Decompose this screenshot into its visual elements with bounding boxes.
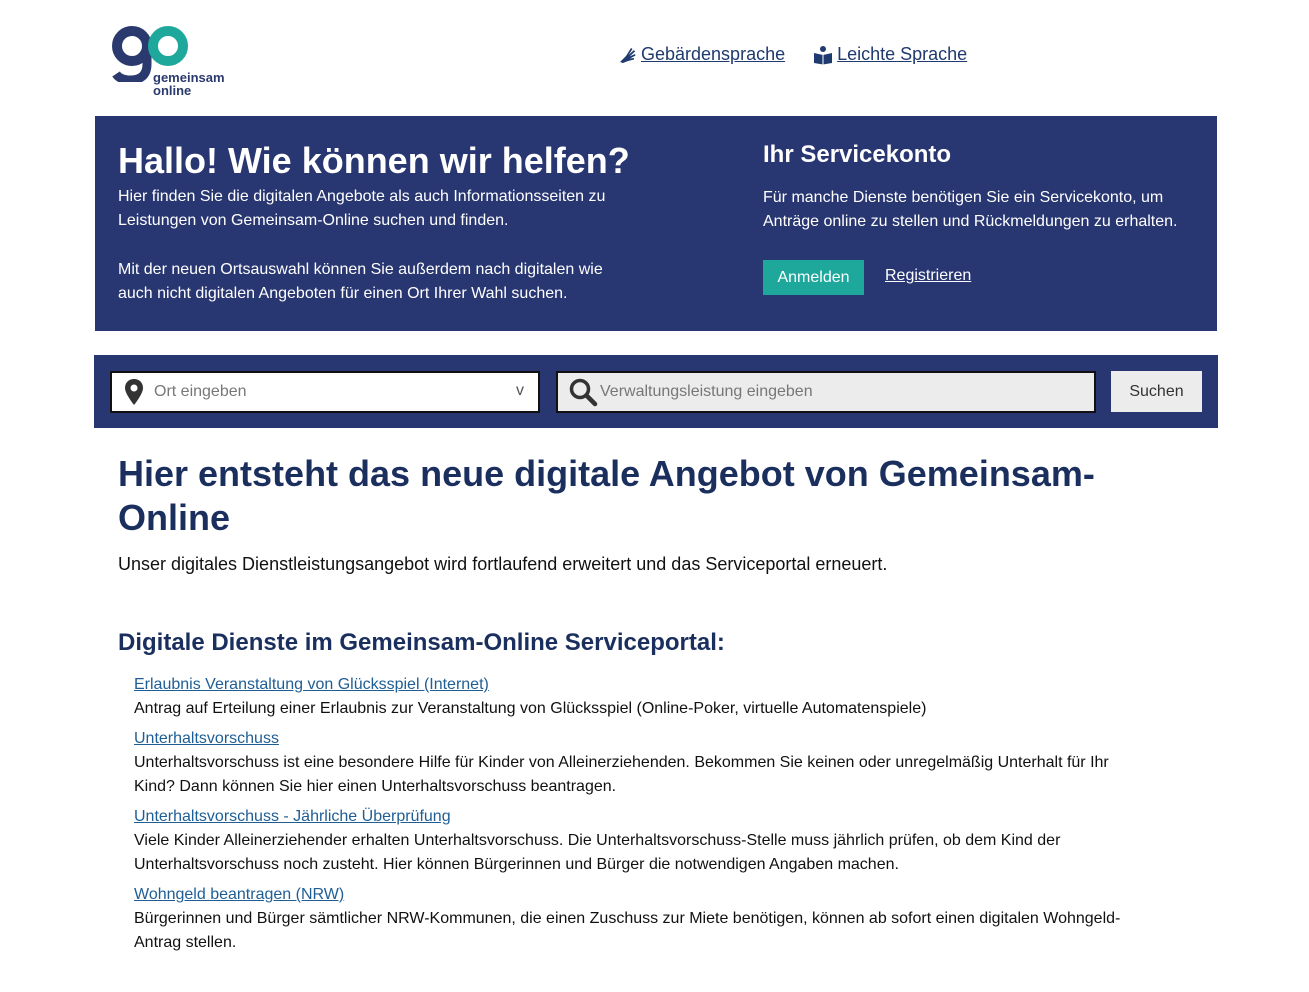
page-subtitle: Unser digitales Dienstleistungsangebot w… bbox=[118, 554, 888, 574]
location-input[interactable] bbox=[154, 373, 494, 411]
service-description: Bürgerinnen und Bürger sämtlicher NRW-Ko… bbox=[134, 910, 1121, 951]
site-header: gemeinsam online Gebärdensprache Leichte… bbox=[0, 0, 1309, 116]
digital-services-list: Erlaubnis Veranstaltung von Glücksspiel … bbox=[134, 675, 1144, 963]
service-description: Unterhaltsvorschuss ist eine besondere H… bbox=[134, 754, 1109, 795]
easy-language-label: Leichte Sprache bbox=[837, 44, 968, 64]
hero-intro-text: Hier finden Sie die digitalen Angebote a… bbox=[118, 188, 606, 229]
servicekonto-text: Für manche Dienste benötigen Sie ein Ser… bbox=[763, 189, 1178, 230]
location-pin-icon bbox=[125, 379, 143, 405]
easy-language-link[interactable]: Leichte Sprache bbox=[813, 44, 967, 65]
list-item: Erlaubnis Veranstaltung von Glücksspiel … bbox=[134, 675, 1144, 721]
location-select[interactable]: v bbox=[110, 371, 540, 413]
service-search[interactable] bbox=[556, 371, 1096, 413]
logo-text: gemeinsam online bbox=[153, 71, 225, 97]
logo-line-2: online bbox=[153, 83, 192, 98]
service-link[interactable]: Wohngeld beantragen (NRW) bbox=[134, 885, 1144, 905]
chevron-down-icon[interactable]: v bbox=[516, 382, 524, 400]
list-item: Unterhaltsvorschuss - Jährliche Überprüf… bbox=[134, 807, 1144, 877]
login-button[interactable]: Anmelden bbox=[763, 260, 864, 295]
servicekonto-title: Ihr Servicekonto bbox=[763, 141, 952, 168]
hero-title: Hallo! Wie können wir helfen? bbox=[118, 140, 630, 181]
hero-banner: Hallo! Wie können wir helfen? Hier finde… bbox=[95, 116, 1217, 331]
sign-language-label: Gebärdensprache bbox=[641, 44, 786, 64]
service-link[interactable]: Unterhaltsvorschuss - Jährliche Überprüf… bbox=[134, 807, 1144, 827]
easy-language-icon bbox=[814, 45, 833, 64]
register-link[interactable]: Registrieren bbox=[885, 267, 971, 285]
service-description: Antrag auf Erteilung einer Erlaubnis zur… bbox=[134, 700, 927, 717]
service-description: Viele Kinder Alleinerziehender erhalten … bbox=[134, 832, 1061, 873]
accessibility-links: Gebärdensprache Leichte Sprache bbox=[617, 44, 967, 65]
list-item: Wohngeld beantragen (NRW) Bürgerinnen un… bbox=[134, 885, 1144, 955]
search-icon bbox=[569, 378, 598, 407]
service-search-input[interactable] bbox=[600, 373, 1080, 411]
search-button[interactable]: Suchen bbox=[1111, 371, 1202, 412]
search-bar: v Suchen bbox=[94, 355, 1218, 428]
service-link[interactable]: Unterhaltsvorschuss bbox=[134, 729, 1144, 749]
gemeinsam-online-logo[interactable]: gemeinsam online bbox=[112, 22, 242, 102]
hero-location-text: Mit der neuen Ortsauswahl können Sie auß… bbox=[118, 261, 603, 302]
service-link[interactable]: Erlaubnis Veranstaltung von Glücksspiel … bbox=[134, 675, 1144, 695]
page-title: Hier entsteht das neue digitale Angebot … bbox=[118, 453, 1095, 538]
digital-services-heading: Digitale Dienste im Gemeinsam-Online Ser… bbox=[118, 629, 725, 656]
list-item: Unterhaltsvorschuss Unterhaltsvorschuss … bbox=[134, 729, 1144, 799]
sign-language-icon bbox=[620, 47, 636, 63]
sign-language-link[interactable]: Gebärdensprache bbox=[617, 44, 785, 65]
